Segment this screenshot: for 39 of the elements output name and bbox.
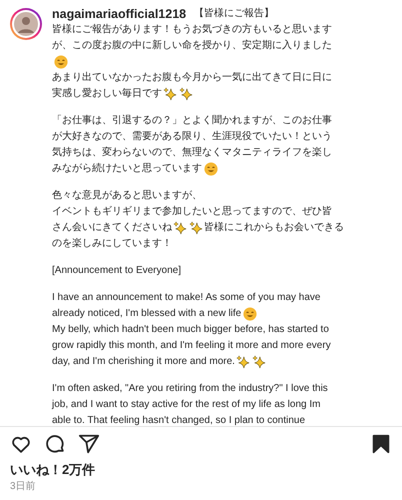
smiley-icon xyxy=(204,162,218,176)
caption-text: が大好きなので、需要がある限り、生涯現役でいたい！という xyxy=(52,130,332,144)
avatar[interactable] xyxy=(10,8,42,40)
comment-icon[interactable] xyxy=(44,433,66,455)
username[interactable]: nagaimariaofficial1218 xyxy=(52,6,186,22)
caption-text: I'm often asked, "Are you retiring from the industry?" I love this xyxy=(52,382,328,396)
caption-text: able to. That feeling hasn't changed, so I plan to continue xyxy=(52,414,306,428)
caption-text: あまり出ていなかったお腹も今月から一気に出てきて日に日に xyxy=(52,70,332,85)
sparkle-icon xyxy=(252,355,266,369)
share-icon[interactable] xyxy=(78,433,100,455)
post-time: 3日前 xyxy=(9,480,37,493)
caption-text: I have an announcement to make! As some of you may have xyxy=(52,291,320,305)
caption-text: みながら続けたいと思っています xyxy=(52,162,202,176)
caption-text: job, and I want to stay active for the rest of my life as long Im xyxy=(52,398,320,412)
bookmark-icon[interactable] xyxy=(370,433,392,455)
caption-text: already noticed, I'm blessed with a new life xyxy=(52,307,242,321)
sparkle-icon xyxy=(179,87,193,101)
caption-text: My belly, which hadn't been much bigger before, has started to xyxy=(52,323,329,337)
like-count[interactable]: いいね！2万件 xyxy=(0,462,402,478)
caption-text: 皆様にご報告があります！もうお気づきの方もいると思います xyxy=(52,22,332,37)
caption-text: さん会いにきてくださいね xyxy=(52,221,172,235)
sparkle-icon xyxy=(163,87,177,101)
caption-text: 気持ちは、変わらないので、無理なくマタニティライフを楽し xyxy=(52,146,332,160)
smiley-icon xyxy=(243,307,258,321)
caption-title: 【皆様にご報告】 xyxy=(194,6,274,21)
caption-text: イベントもギリギリまで参加したいと思ってますので、ぜひ皆 xyxy=(52,204,332,219)
caption-text: 実感し愛おしい毎日です xyxy=(52,86,162,101)
caption-text: 皆様にこれからもお会いできる xyxy=(204,220,344,235)
sparkle-icon xyxy=(236,355,250,369)
smiley-icon xyxy=(54,55,68,69)
sparkle-icon xyxy=(173,221,187,235)
caption-text: day, and I'm cherishing it more and more. xyxy=(52,355,235,369)
caption-text: [Announcement to Everyone] xyxy=(52,264,181,278)
sparkle-icon xyxy=(189,221,203,235)
caption-text: が、この度お腹の中に新しい命を授かり、安定期に入りました xyxy=(52,38,332,53)
caption-text: 「お仕事は、引退するの？」とよく聞かれますが、このお仕事 xyxy=(52,114,332,128)
caption-text: 色々な意見があると思いますが、 xyxy=(52,188,202,203)
caption-text: grow rapidly this month, and I'm feeling it more and more every xyxy=(52,339,331,353)
caption-text: のを楽しみにしています！ xyxy=(52,237,172,251)
